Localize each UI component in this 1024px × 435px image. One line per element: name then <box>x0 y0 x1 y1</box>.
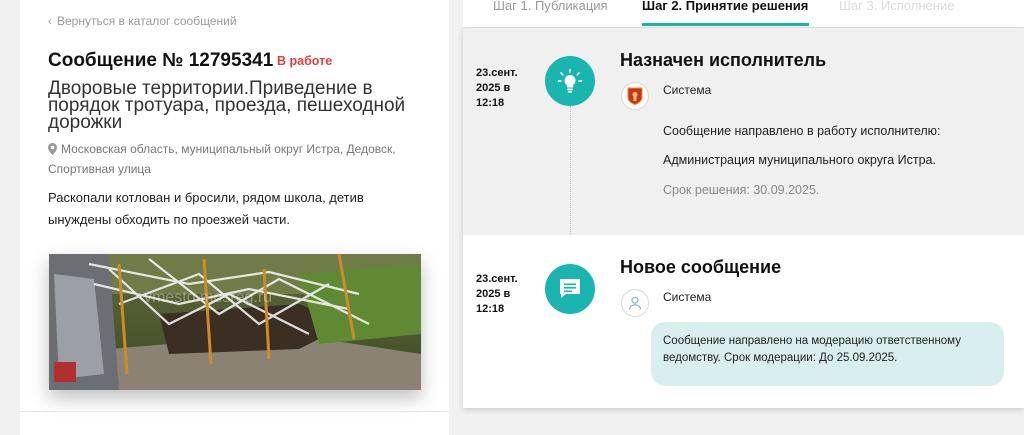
active-tab-indicator <box>642 23 809 26</box>
event-icon-circle <box>545 264 595 314</box>
event-date: 23.сент. 2025 в 12:18 <box>476 273 518 315</box>
event-title: Новое сообщение <box>620 257 782 277</box>
message-description: Раскопали котлован и бросили, рядом школ… <box>48 190 364 227</box>
region-emblem-icon <box>627 87 643 105</box>
user-icon <box>628 296 642 310</box>
event-title: Назначен исполнитель <box>620 50 827 70</box>
timeline-event: 23.сент. 2025 в 12:18 Назначен исполните… <box>463 28 1024 235</box>
step-tabs: Шаг 1. Публикация Шаг 2. Принятие решени… <box>463 0 1024 28</box>
chevron-left-icon: ‹ <box>48 14 52 28</box>
message-title: Сообщение № 12795341 <box>48 50 274 71</box>
message-address: Московская область, муниципальный округ … <box>48 140 420 178</box>
event-text: Сообщение направлено в работу исполнител… <box>663 124 941 138</box>
event-icon-circle <box>545 56 595 106</box>
timeline: 23.сент. 2025 в 12:18 Назначен исполните… <box>463 28 1024 408</box>
event-executor: Администрация муниципального округа Истр… <box>663 153 936 167</box>
lightbulb-icon <box>557 68 583 93</box>
event-deadline: Срок решения: 30.09.2025. <box>663 183 820 197</box>
divider <box>20 411 449 412</box>
message-category: Дворовые территории.Приведение в порядок… <box>48 78 406 133</box>
author-avatar <box>621 82 649 110</box>
message-details-panel: ‹ Вернуться в каталог сообщений Сообщение… <box>20 0 449 435</box>
message-photo[interactable]: vmesto.mosreg.ru <box>49 254 421 390</box>
author-avatar <box>621 289 649 317</box>
event-date: 23.сент. 2025 в 12:18 <box>476 67 518 109</box>
message-bubble: Сообщение направлено на модерацию ответс… <box>651 322 1004 386</box>
tab-step-3-execution[interactable]: Шаг 3. Исполнение <box>839 0 954 13</box>
location-pin-icon <box>48 142 57 160</box>
tab-step-2-decision[interactable]: Шаг 2. Принятие решения <box>642 0 808 13</box>
svg-text:vmesto.mosreg.ru: vmesto.mosreg.ru <box>144 289 272 306</box>
event-author: Система <box>663 290 712 304</box>
back-link-label: Вернуться в каталог сообщений <box>57 14 237 28</box>
status-badge: В работе <box>277 54 333 68</box>
event-author: Система <box>663 83 712 97</box>
tab-step-1-publication[interactable]: Шаг 1. Публикация <box>493 0 608 13</box>
chat-icon <box>560 279 580 298</box>
timeline-event: 23.сент. 2025 в 12:18 Новое сообщение Си… <box>463 235 1024 408</box>
back-to-catalog-link[interactable]: ‹ Вернуться в каталог сообщений <box>48 14 237 28</box>
address-text: Московская область, муниципальный округ … <box>48 142 396 176</box>
